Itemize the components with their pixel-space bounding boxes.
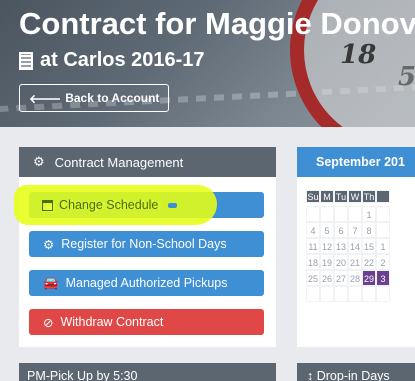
clock-numeral: 5 [398, 62, 415, 92]
calendar-day [376, 206, 390, 222]
calendar-week-row: 25 26 27 28 29 3 [306, 270, 390, 286]
calendar-week-row: 18 19 20 21 22 2 [306, 254, 390, 270]
calendar-day[interactable]: 15 [362, 238, 376, 254]
building-icon [19, 51, 33, 70]
drop-in-title: Drop-in Days [316, 369, 390, 381]
weekday-label: Th [362, 190, 376, 203]
calendar-day [376, 286, 390, 302]
calendar-day [320, 286, 334, 302]
weekday-label: Tu [334, 190, 348, 203]
calendar-day[interactable]: 18 [306, 254, 320, 270]
calendar-day [348, 206, 362, 222]
weekday-label [376, 190, 390, 203]
page-subtitle: at Carlos 2016-17 [19, 49, 205, 72]
back-button-label: Back to Account [65, 91, 160, 105]
arrow-left-icon: 🡐 [29, 91, 62, 106]
calendar-day[interactable]: 8 [362, 222, 376, 238]
gear-icon: ⚙ [43, 237, 55, 252]
pm-pickup-header: PM-Pick Up by 5:30 [19, 363, 276, 381]
button-label: Register for Non-School Days [61, 237, 227, 251]
calendar-day [306, 286, 320, 302]
weekday-label: M [320, 190, 334, 203]
calendar-day [306, 206, 320, 222]
button-label: Managed Authorized Pickups [65, 276, 228, 290]
withdraw-contract-button[interactable]: ⊘ Withdraw Contract [29, 309, 264, 335]
authorized-pickups-button[interactable]: 🚘 Managed Authorized Pickups [29, 270, 264, 296]
calendar-day[interactable]: 14 [348, 238, 362, 254]
calendar-icon [42, 199, 53, 211]
calendar-day[interactable]: 19 [320, 254, 334, 270]
register-non-school-days-button[interactable]: ⚙ Register for Non-School Days [29, 231, 264, 257]
calendar-day[interactable]: 1 [376, 238, 390, 254]
panel-header: ⚙ Contract Management [19, 147, 276, 177]
calendar-day [334, 286, 348, 302]
calendar-panel: September 201 Su M Tu W Th 1 4 5 6 7 8 11 12 13 14 15 1 1… [297, 147, 415, 347]
calendar-day[interactable]: 27 [334, 270, 348, 286]
calendar-day[interactable]: 21 [348, 254, 362, 270]
contract-management-panel: ⚙ Contract Management ▣ Change Schedule … [19, 147, 276, 347]
calendar-day[interactable]: 4 [306, 222, 320, 238]
sort-icon: ↕ [307, 369, 314, 381]
calendar-day[interactable]: 6 [334, 222, 348, 238]
calendar-day[interactable]: 25 [306, 270, 320, 286]
calendar-day [376, 222, 390, 238]
calendar-week-row: 11 12 13 14 15 1 [306, 238, 390, 254]
calendar-day[interactable]: 1 [362, 206, 376, 222]
gear-icon: ⚙ [33, 154, 45, 169]
back-to-account-button[interactable]: 🡐 Back to Account [19, 84, 170, 112]
weekday-label: Su [306, 190, 320, 203]
calendar-day[interactable]: 29 [362, 270, 376, 286]
page-title: Contract for Maggie Donova [19, 6, 415, 41]
button-label: Change Schedule [59, 198, 159, 212]
calendar-day [334, 206, 348, 222]
calendar-day[interactable]: 20 [334, 254, 348, 270]
panel-title: Contract Management [54, 154, 184, 170]
calendar-day[interactable]: 22 [362, 254, 376, 270]
car-icon: 🚘 [43, 275, 59, 290]
calendar-day[interactable]: 5 [320, 222, 334, 238]
calendar-week-row [306, 286, 390, 302]
calendar-grid: Su M Tu W Th 1 4 5 6 7 8 11 12 13 14 15 1 18 19 20 21 22 2 25 26… [306, 190, 390, 302]
calendar-day[interactable]: 26 [320, 270, 334, 286]
drop-in-days-header: ↕ Drop-in Days [297, 363, 415, 381]
calendar-week-row: 45678 [306, 222, 390, 238]
calendar-day [348, 286, 362, 302]
page-hero: 18 5 Contract for Maggie Donova at Carlo… [0, 0, 415, 127]
calendar-day[interactable]: 3 [376, 270, 390, 286]
button-label: Withdraw Contract [60, 315, 164, 329]
calendar-day [362, 286, 376, 302]
weekday-label: W [348, 190, 362, 203]
calendar-day[interactable]: 28 [348, 270, 362, 286]
calendar-day[interactable]: 2 [376, 254, 390, 270]
calendar-day[interactable]: 7 [348, 222, 362, 238]
calendar-week-row: 1 [306, 206, 390, 222]
calendar-weekday-row: Su M Tu W Th [306, 190, 390, 206]
calendar-day[interactable]: 11 [306, 238, 320, 254]
change-schedule-highlighted[interactable]: Change Schedule [42, 198, 178, 212]
subtitle-text: at Carlos 2016-17 [40, 49, 205, 71]
calendar-day[interactable]: 13 [334, 238, 348, 254]
calendar-month-header: September 201 [297, 147, 415, 177]
highlight-marker [168, 202, 178, 208]
ban-icon: ⊘ [43, 315, 54, 330]
clock-numeral: 18 [340, 40, 377, 70]
calendar-day [320, 206, 334, 222]
calendar-day[interactable]: 12 [320, 238, 334, 254]
